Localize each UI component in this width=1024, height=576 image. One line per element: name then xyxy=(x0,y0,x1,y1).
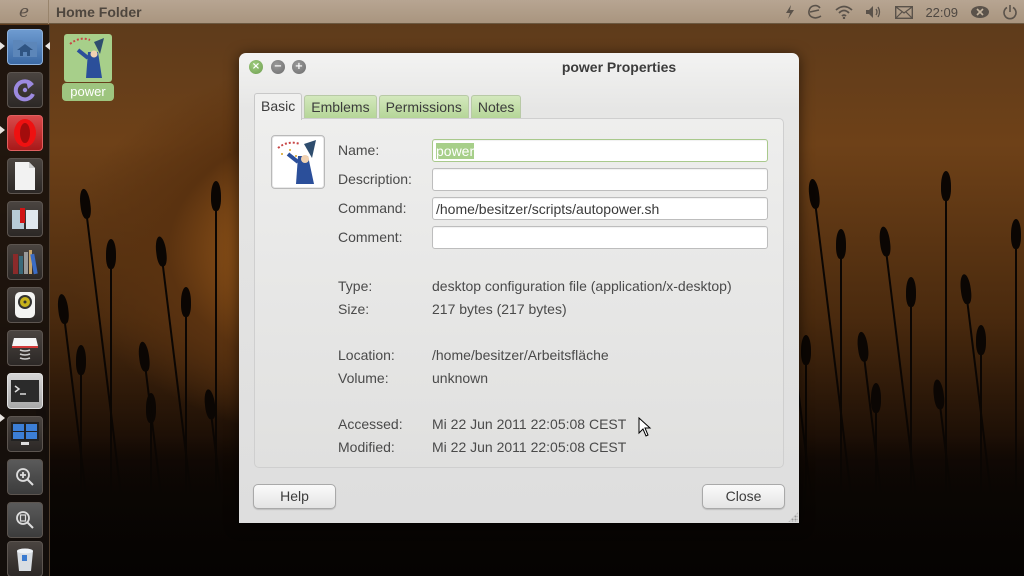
mail-icon[interactable] xyxy=(889,0,919,24)
launcher-update-manager[interactable] xyxy=(7,72,43,108)
launcher-zoom-in[interactable] xyxy=(7,459,43,495)
wifi-icon[interactable] xyxy=(829,0,859,24)
active-window-title: Home Folder xyxy=(56,3,142,20)
desktop-icon-label: power xyxy=(62,83,114,101)
wizard-launcher-icon xyxy=(64,34,112,82)
volume-label: Volume: xyxy=(338,370,389,386)
type-value: desktop configuration file (application/… xyxy=(432,278,732,294)
speaker-icon xyxy=(15,292,35,318)
volume-icon[interactable] xyxy=(859,0,889,24)
eco-logo-icon: e xyxy=(18,1,30,22)
opera-icon xyxy=(14,119,36,147)
resize-grip[interactable] xyxy=(788,512,798,522)
trash-icon xyxy=(17,548,33,571)
comment-label: Comment: xyxy=(338,229,403,245)
tab-bar: Basic Emblems Permissions Notes xyxy=(254,93,522,120)
power-indicator-icon[interactable] xyxy=(779,0,801,24)
launcher-library-app[interactable] xyxy=(7,244,43,280)
tab-permissions[interactable]: Permissions xyxy=(378,95,469,119)
help-button[interactable]: Help xyxy=(253,484,336,509)
tab-notes[interactable]: Notes xyxy=(470,95,522,119)
modified-value: Mi 22 Jun 2011 22:05:08 CEST xyxy=(432,439,627,455)
name-label: Name: xyxy=(338,142,380,158)
command-label: Command: xyxy=(338,200,407,216)
modified-label: Modified: xyxy=(338,439,395,455)
wizard-icon xyxy=(277,140,316,184)
comment-input[interactable] xyxy=(432,226,768,249)
launcher-reader-app[interactable] xyxy=(7,201,43,237)
update-arrow-icon xyxy=(13,79,35,102)
launcher-opera-browser[interactable] xyxy=(7,115,43,151)
launcher-home-folder[interactable] xyxy=(7,29,43,65)
size-value: 217 bytes (217 bytes) xyxy=(432,301,567,317)
size-label: Size: xyxy=(338,301,370,317)
running-indicator xyxy=(0,42,5,50)
accessed-value: Mi 22 Jun 2011 22:05:08 CEST xyxy=(432,416,627,432)
launcher-awning-app[interactable] xyxy=(7,330,43,366)
type-label: Type: xyxy=(338,278,373,294)
awning-icon xyxy=(12,338,38,360)
eco-logo-icon[interactable] xyxy=(801,0,829,24)
accessed-label: Accessed: xyxy=(338,416,403,432)
home-folder-icon xyxy=(13,40,37,57)
name-input[interactable]: power xyxy=(432,139,768,162)
running-indicator xyxy=(0,414,5,422)
dialog-titlebar[interactable]: × − + power Properties xyxy=(239,53,799,83)
clock[interactable]: 22:09 xyxy=(919,0,964,24)
document-icon xyxy=(15,162,35,190)
dialog-title: power Properties xyxy=(561,59,677,75)
name-input-value: power xyxy=(436,143,475,159)
launcher-trash[interactable] xyxy=(7,541,43,576)
basic-tab-panel: Name: power Description: Command: /home/… xyxy=(254,118,784,468)
volume-value: unknown xyxy=(432,370,489,386)
mouse-cursor-icon xyxy=(638,416,652,437)
book-icon xyxy=(12,208,38,229)
launcher-audio-player[interactable] xyxy=(7,287,43,323)
running-indicator xyxy=(0,126,5,134)
close-button[interactable]: Close xyxy=(702,484,785,509)
tab-emblems[interactable]: Emblems xyxy=(304,95,377,119)
launcher-zoom-fit[interactable] xyxy=(7,502,43,538)
launcher-workspace-switcher[interactable] xyxy=(7,416,43,452)
zoom-fit-icon xyxy=(16,511,34,529)
location-label: Location: xyxy=(338,347,395,363)
location-value: /home/besitzer/Arbeitsfläche xyxy=(432,347,609,363)
power-button-icon[interactable] xyxy=(996,0,1024,24)
focused-indicator xyxy=(45,42,50,50)
file-icon-button[interactable] xyxy=(271,135,325,189)
description-input[interactable] xyxy=(432,168,768,191)
launcher-libreoffice[interactable] xyxy=(7,158,43,194)
command-input[interactable]: /home/besitzer/scripts/autopower.sh xyxy=(432,197,768,220)
zoom-in-icon xyxy=(16,468,34,486)
launcher xyxy=(0,25,50,576)
workspace-monitor-icon xyxy=(11,422,39,445)
chat-status-icon[interactable] xyxy=(964,0,996,24)
dash-button[interactable]: e xyxy=(0,0,49,24)
launcher-terminal[interactable] xyxy=(7,373,43,409)
tab-basic[interactable]: Basic xyxy=(254,93,303,120)
top-panel: e Home Folder 22:09 xyxy=(0,0,1024,24)
description-label: Description: xyxy=(338,171,412,187)
properties-dialog: × − + power Properties Basic Emblems Per… xyxy=(239,53,799,523)
terminal-icon xyxy=(11,380,39,402)
desktop-icon-power[interactable]: power xyxy=(62,34,114,102)
bookshelf-icon xyxy=(13,250,38,275)
system-tray: 22:09 xyxy=(779,0,1024,24)
